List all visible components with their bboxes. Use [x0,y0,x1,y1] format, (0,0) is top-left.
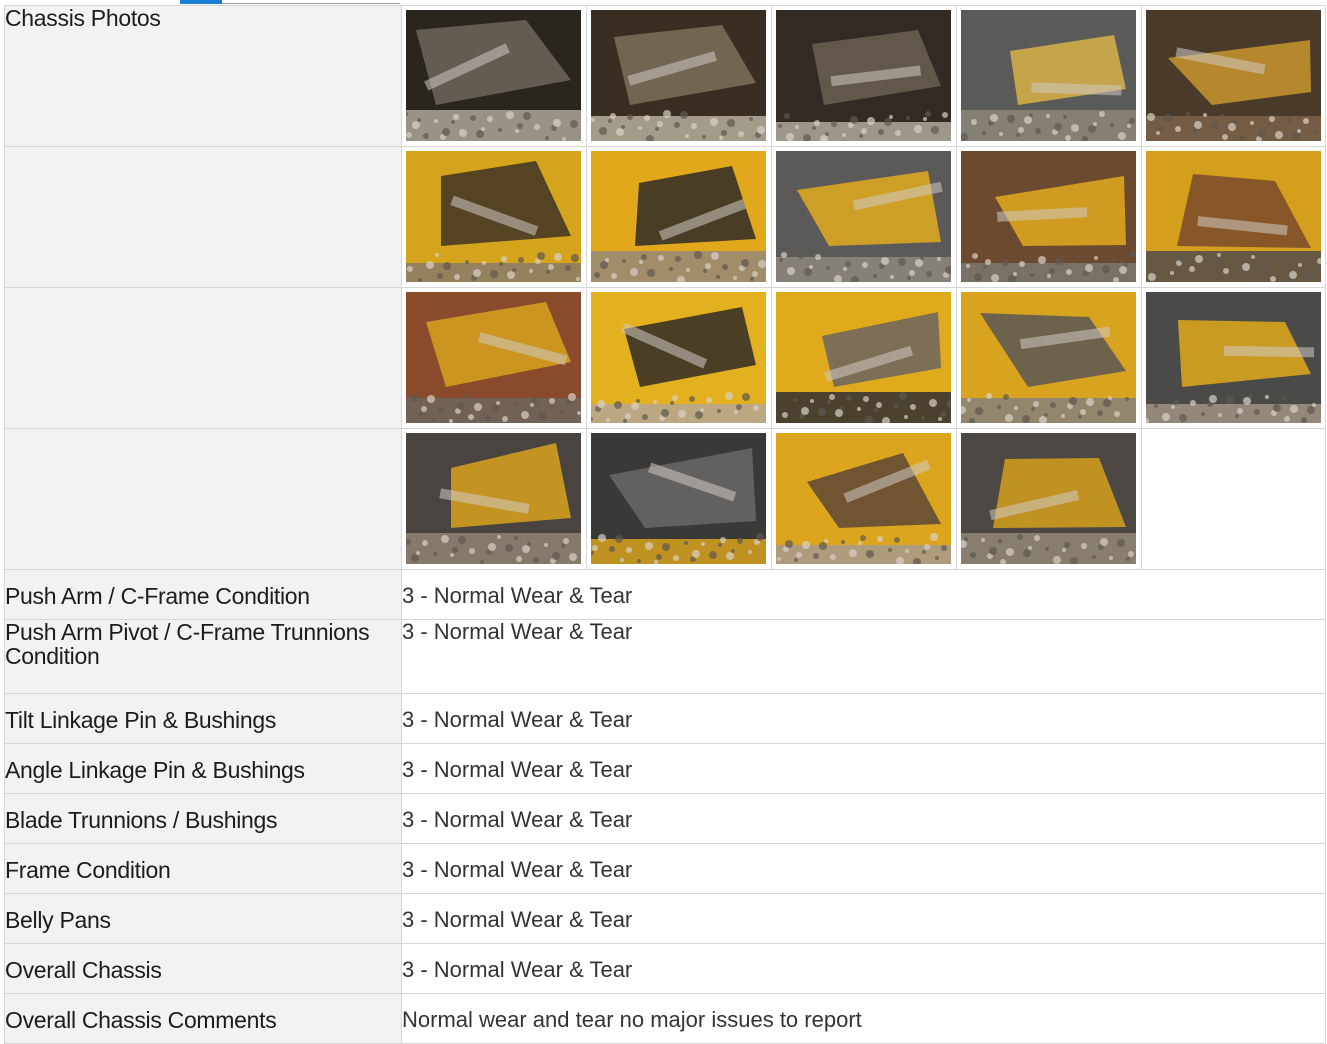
condition-row-blade-trunnions: Blade Trunnions / Bushings 3 - Normal We… [4,793,1326,844]
condition-row-belly-pans: Belly Pans 3 - Normal Wear & Tear [4,893,1326,944]
photo-thumbnail[interactable] [772,288,957,428]
condition-value: 3 - Normal Wear & Tear [401,743,1326,794]
condition-label: Overall Chassis Comments [4,993,402,1044]
photo-thumbnail[interactable] [402,147,587,287]
photo-row [401,5,1326,147]
condition-row-overall-chassis: Overall Chassis 3 - Normal Wear & Tear [4,943,1326,994]
photo-thumbnail[interactable] [772,147,957,287]
condition-label: Frame Condition [4,843,402,894]
track-frame-photo [961,151,1136,282]
condition-value: 3 - Normal Wear & Tear [401,693,1326,744]
condition-row-tilt-linkage: Tilt Linkage Pin & Bushings 3 - Normal W… [4,693,1326,744]
photo-thumbnail[interactable] [1142,6,1323,146]
chassis-underside-photo [776,10,951,141]
trunnion-photo [776,433,951,564]
blade-base-photo [961,433,1136,564]
photo-thumbnail[interactable] [772,6,957,146]
photo-thumbnail[interactable] [402,429,587,569]
photo-thumbnail[interactable] [1142,288,1323,428]
condition-label: Angle Linkage Pin & Bushings [4,743,402,794]
photo-thumbnail[interactable] [1142,147,1323,287]
section-divider [222,3,400,4]
photo-thumbnail[interactable] [587,6,772,146]
chassis-underside-photo [591,10,766,141]
photo-thumbnail[interactable] [772,429,957,569]
photo-row [401,146,1326,288]
push-arm-photo [961,292,1136,423]
c-frame-photo [591,433,766,564]
condition-value: 3 - Normal Wear & Tear [401,843,1326,894]
photo-row-label [4,287,402,429]
photo-row-label [4,428,402,570]
chassis-photos-label: Chassis Photos [4,5,402,147]
condition-label: Overall Chassis [4,943,402,994]
photo-thumbnail[interactable] [957,147,1142,287]
condition-value: 3 - Normal Wear & Tear [401,893,1326,944]
condition-label: Blade Trunnions / Bushings [4,793,402,844]
photo-thumbnail[interactable] [402,6,587,146]
photo-thumbnail[interactable] [957,288,1142,428]
condition-row-comments: Overall Chassis Comments Normal wear and… [4,993,1326,1044]
condition-label: Belly Pans [4,893,402,944]
empty-photo-slot [1142,429,1323,569]
photo-thumbnail[interactable] [957,429,1142,569]
chassis-inspection-table: Chassis Photos Push Arm / C-Frame Condit… [4,5,1326,1044]
condition-label: Tilt Linkage Pin & Bushings [4,693,402,744]
condition-value: 3 - Normal Wear & Tear [401,943,1326,994]
cylinder-track-photo [1146,151,1321,282]
cylinder-mount-photo [591,151,766,282]
condition-row-frame: Frame Condition 3 - Normal Wear & Tear [4,843,1326,894]
photo-thumbnail[interactable] [587,429,772,569]
photo-row [401,287,1326,429]
condition-value: 3 - Normal Wear & Tear [401,569,1326,620]
condition-value: Normal wear and tear no major issues to … [401,993,1326,1044]
condition-row-angle-linkage: Angle Linkage Pin & Bushings 3 - Normal … [4,743,1326,794]
condition-row-push-arm: Push Arm / C-Frame Condition 3 - Normal … [4,569,1326,620]
frame-bolt-photo [406,151,581,282]
condition-label: Push Arm / C-Frame Condition [4,569,402,620]
photo-row-label [4,146,402,288]
chassis-underside-photo [406,10,581,141]
track-link-photo [406,292,581,423]
frame-closeup-photo [591,292,766,423]
condition-value: 3 - Normal Wear & Tear [401,793,1326,844]
condition-value: 3 - Normal Wear & Tear [401,619,1326,694]
blade-arm-photo [1146,292,1321,423]
photo-thumbnail[interactable] [402,288,587,428]
condition-row-push-arm-pivot: Push Arm Pivot / C-Frame Trunnions Condi… [4,619,1326,694]
track-side-photo [776,292,951,423]
track-cleat-photo [776,151,951,282]
photo-row [401,428,1326,570]
grille-guard-photo [961,10,1136,141]
condition-label: Push Arm Pivot / C-Frame Trunnions Condi… [4,619,402,694]
photo-thumbnail[interactable] [587,147,772,287]
photo-thumbnail[interactable] [587,288,772,428]
blade-bottom-photo [406,433,581,564]
section-accent-bar [180,0,222,4]
photo-thumbnail[interactable] [957,6,1142,146]
linkage-joint-photo [1146,10,1321,141]
